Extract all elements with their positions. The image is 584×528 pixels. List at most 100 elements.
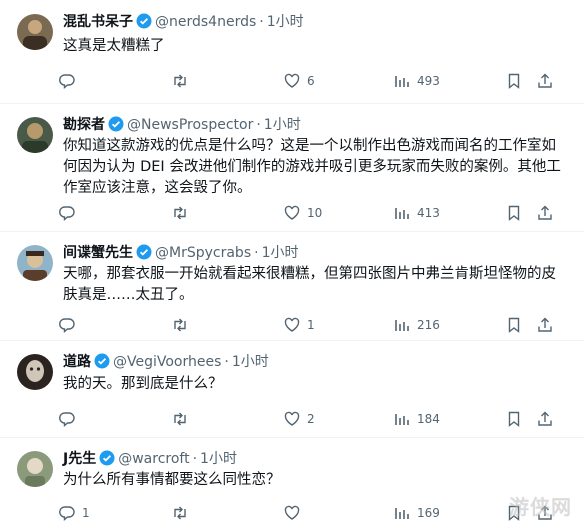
tweet-text: 我的天。那到底是什么？ — [63, 374, 563, 395]
views-button[interactable]: 216 — [393, 315, 440, 335]
reply-icon — [59, 506, 75, 521]
tweet-text-line: 何因为认为 DEI 会改进他们制作的游戏并吸引更多玩家而失败的案例。其他工 — [63, 159, 561, 175]
like-button[interactable]: 6 — [283, 71, 315, 91]
author-name[interactable]: 道路 — [63, 354, 91, 370]
tweet-text-line: 我的天。那到底是什么？ — [63, 376, 223, 392]
timestamp[interactable]: 1小时 — [267, 14, 304, 30]
views-button[interactable]: 493 — [393, 71, 440, 91]
bookmark-button[interactable] — [505, 315, 523, 335]
tweet-2[interactable]: 勘探者 @NewsProspector · 1小时 你知道这款游戏的优点是什么吗？这是… — [0, 103, 584, 232]
tweet-text: 为什么所有事情都要这么同性恋？ — [63, 470, 563, 491]
tweet-text-line: 作室应该注意，这会毁了你。 — [63, 180, 252, 196]
views-button[interactable]: 184 — [393, 409, 440, 429]
tweet-3[interactable]: 间谍蟹先生 @MrSpycrabs · 1小时 天哪，那套衣服一开始就看起来很糟糕，但… — [0, 231, 584, 341]
verified-badge-icon — [94, 353, 110, 374]
avatar[interactable] — [17, 354, 53, 390]
tweet-1[interactable]: 混乱书呆子 @nerds4nerds · 1小时 这真是太糟糕了 6 493 — [0, 0, 584, 104]
author-name[interactable]: 勘探者 — [63, 117, 105, 133]
tweet-text-line: 肤真是……太丑了。 — [63, 287, 194, 303]
separator-dot: · — [224, 354, 229, 370]
view-count: 169 — [417, 506, 440, 520]
retweet-icon — [174, 74, 186, 88]
retweet-button[interactable] — [171, 409, 195, 429]
views-chart-icon — [395, 320, 409, 331]
view-count: 493 — [417, 74, 440, 88]
reply-icon — [59, 74, 75, 89]
heart-icon — [284, 73, 300, 88]
reply-icon — [59, 412, 75, 427]
bookmark-button[interactable] — [505, 203, 523, 223]
verified-badge-icon — [136, 13, 152, 34]
like-button[interactable] — [283, 503, 307, 523]
author-handle[interactable]: @NewsProspector — [127, 117, 253, 133]
author-name[interactable]: J先生 — [63, 451, 96, 467]
reply-button[interactable] — [58, 203, 82, 223]
bookmark-icon — [508, 411, 520, 427]
view-count: 184 — [417, 412, 440, 426]
action-bar: 6 493 — [58, 71, 578, 91]
like-button[interactable]: 1 — [283, 315, 315, 335]
retweet-button[interactable] — [171, 503, 195, 523]
verified-badge-icon — [136, 244, 152, 265]
like-count: 6 — [307, 74, 315, 88]
verified-badge-icon — [99, 450, 115, 471]
tweet-text: 天哪，那套衣服一开始就看起来很糟糕，但第四张图片中弗兰肯斯坦怪物的皮 肤真是……… — [63, 264, 563, 306]
view-count: 413 — [417, 206, 440, 220]
retweet-button[interactable] — [171, 315, 195, 335]
bookmark-button[interactable] — [505, 409, 523, 429]
retweet-icon — [174, 206, 186, 220]
retweet-icon — [174, 318, 186, 332]
views-button[interactable]: 413 — [393, 203, 440, 223]
share-icon — [538, 73, 552, 88]
heart-icon — [284, 317, 300, 332]
like-button[interactable]: 10 — [283, 203, 322, 223]
timestamp[interactable]: 1小时 — [232, 354, 269, 370]
views-button[interactable]: 169 — [393, 503, 440, 523]
author-handle[interactable]: @nerds4nerds — [155, 14, 256, 30]
reply-button[interactable]: 1 — [58, 503, 90, 523]
verified-badge-icon — [108, 116, 124, 137]
tweet-text: 这真是太糟糕了 — [63, 36, 563, 57]
avatar[interactable] — [17, 245, 53, 281]
retweet-button[interactable] — [171, 71, 195, 91]
tweet-text-line: 为什么所有事情都要这么同性恋？ — [63, 472, 281, 488]
avatar[interactable] — [17, 14, 53, 50]
share-button[interactable] — [536, 71, 554, 91]
retweet-button[interactable] — [171, 203, 195, 223]
separator-dot: · — [259, 14, 264, 30]
tweet-text: 你知道这款游戏的优点是什么吗？这是一个以制作出色游戏而闻名的工作室如 何因为认为… — [63, 136, 563, 199]
tweet-text-line: 天哪，那套衣服一开始就看起来很糟糕，但第四张图片中弗兰肯斯坦怪物的皮 — [63, 266, 556, 282]
like-count: 2 — [307, 412, 315, 426]
separator-dot: · — [256, 117, 261, 133]
retweet-icon — [174, 506, 186, 520]
share-button[interactable] — [536, 203, 554, 223]
share-button[interactable] — [536, 409, 554, 429]
avatar[interactable] — [17, 117, 53, 153]
avatar[interactable] — [17, 451, 53, 487]
reply-button[interactable] — [58, 409, 82, 429]
author-name[interactable]: 间谍蟹先生 — [63, 245, 133, 261]
like-button[interactable]: 2 — [283, 409, 315, 429]
views-chart-icon — [395, 414, 409, 425]
bookmark-icon — [508, 73, 520, 89]
share-icon — [538, 411, 552, 426]
like-count: 1 — [307, 318, 315, 332]
author-handle[interactable]: @MrSpycrabs — [155, 245, 251, 261]
bookmark-button[interactable] — [505, 71, 523, 91]
timestamp[interactable]: 1小时 — [262, 245, 299, 261]
timestamp[interactable]: 1小时 — [200, 451, 237, 467]
author-handle[interactable]: @VegiVoorhees — [113, 354, 221, 370]
author-handle[interactable]: @warcroft — [118, 451, 189, 467]
share-icon — [538, 317, 552, 332]
action-bar: 10 413 — [58, 203, 578, 223]
reply-button[interactable] — [58, 315, 82, 335]
tweet-4[interactable]: 道路 @VegiVoorhees · 1小时 我的天。那到底是什么？ 2 184 — [0, 340, 584, 438]
tweet-5[interactable]: J先生 @warcroft · 1小时 为什么所有事情都要这么同性恋？ 1 169 — [0, 437, 584, 528]
bookmark-icon — [508, 205, 520, 221]
reply-button[interactable] — [58, 71, 82, 91]
author-name[interactable]: 混乱书呆子 — [63, 14, 133, 30]
views-chart-icon — [395, 208, 409, 219]
timestamp[interactable]: 1小时 — [264, 117, 301, 133]
share-button[interactable] — [536, 315, 554, 335]
tweet-text-line: 这真是太糟糕了 — [63, 38, 165, 54]
